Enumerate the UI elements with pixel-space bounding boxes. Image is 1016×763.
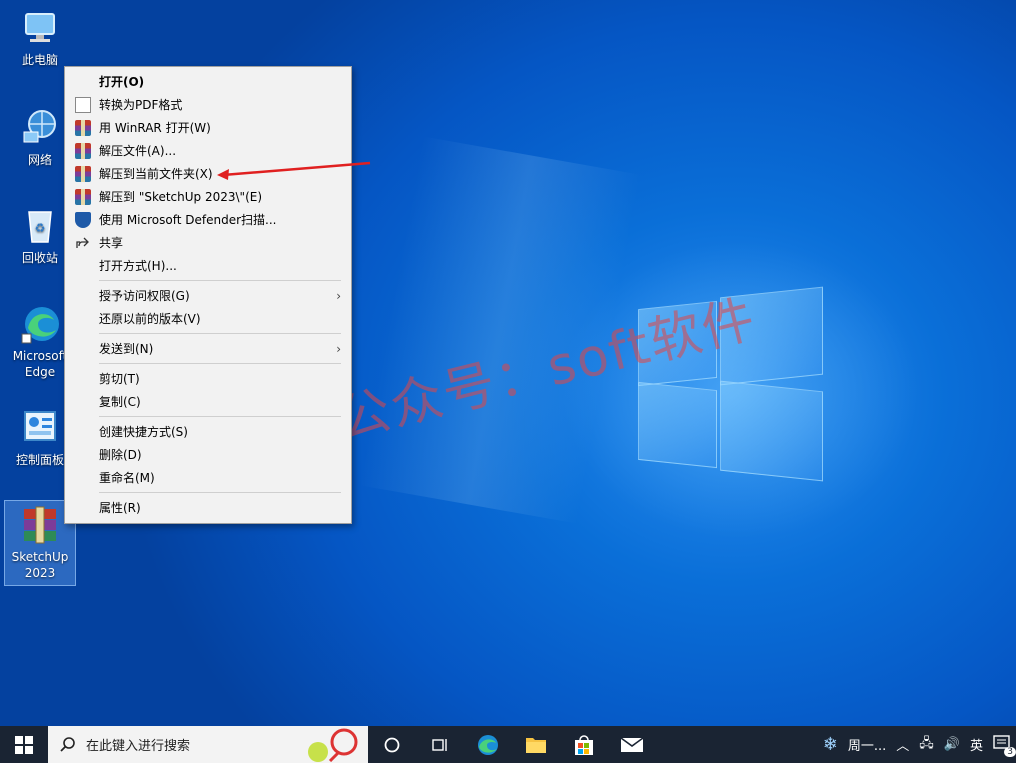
system-tray: ❄ 周一... ︿ 🖧 🔊 英 3 <box>818 726 1016 763</box>
folder-icon <box>526 737 546 753</box>
winrar-icon <box>75 166 91 182</box>
chevron-right-icon: › <box>336 289 341 303</box>
taskbar-mail-button[interactable] <box>608 726 656 763</box>
menu-item-create-shortcut[interactable]: 创建快捷方式(S) <box>65 420 351 443</box>
menu-item-open[interactable]: 打开(O) <box>65 70 351 93</box>
defender-shield-icon <box>75 212 91 228</box>
menu-item-restore-versions[interactable]: 还原以前的版本(V) <box>65 307 351 330</box>
computer-icon <box>20 8 60 48</box>
menu-item-open-with-winrar[interactable]: 用 WinRAR 打开(W) <box>65 116 351 139</box>
network-icon[interactable]: 🖧 <box>914 734 939 756</box>
search-icon <box>60 736 75 752</box>
menu-item-convert-pdf[interactable]: 转换为PDF格式 <box>65 93 351 116</box>
menu-separator <box>99 416 341 417</box>
taskbar: 在此键入进行搜索 ❄ 周一... ︿ 🖧 🔊 英 3 <box>0 726 1016 763</box>
notification-count-badge: 3 <box>1004 746 1016 757</box>
edge-icon <box>478 734 498 755</box>
menu-item-delete[interactable]: 删除(D) <box>65 443 351 466</box>
volume-icon[interactable]: 🔊 <box>939 737 965 752</box>
store-bag-icon <box>575 734 593 755</box>
windows-start-icon <box>15 735 33 754</box>
menu-item-send-to[interactable]: 发送到(N) › <box>65 337 351 360</box>
menu-item-cut[interactable]: 剪切(T) <box>65 367 351 390</box>
winrar-icon <box>75 189 91 205</box>
mail-icon <box>620 736 644 752</box>
winrar-archive-icon <box>20 505 60 545</box>
svg-text:♻: ♻ <box>35 221 46 235</box>
task-view-button[interactable] <box>416 726 464 763</box>
menu-item-properties[interactable]: 属性(R) <box>65 496 351 519</box>
share-icon <box>75 235 91 251</box>
recycle-bin-icon: ♻ <box>20 206 60 246</box>
taskbar-store-button[interactable] <box>560 726 608 763</box>
tennis-racket-icon <box>308 728 358 762</box>
weather-text[interactable]: 周一... <box>843 735 891 754</box>
chevron-up-icon[interactable]: ︿ <box>891 735 914 754</box>
network-globe-icon <box>20 108 60 148</box>
annotation-arrow <box>217 161 371 180</box>
start-button[interactable] <box>0 726 48 763</box>
menu-separator <box>99 363 341 364</box>
menu-separator <box>99 280 341 281</box>
menu-separator <box>99 333 341 334</box>
menu-item-extract-to-folder[interactable]: 解压到 "SketchUp 2023\"(E) <box>65 185 351 208</box>
taskbar-edge-button[interactable] <box>464 726 512 763</box>
notification-button[interactable]: 3 <box>988 734 1016 757</box>
task-view-circle-button[interactable] <box>368 726 416 763</box>
menu-separator <box>99 492 341 493</box>
ime-indicator[interactable]: 英 <box>965 735 988 754</box>
taskbar-search-box[interactable]: 在此键入进行搜索 <box>48 726 368 763</box>
menu-item-give-access[interactable]: 授予访问权限(G) › <box>65 284 351 307</box>
task-view-icon <box>432 738 447 751</box>
edge-icon <box>20 304 60 344</box>
menu-item-open-with[interactable]: 打开方式(H)... <box>65 254 351 277</box>
cortana-circle-icon <box>384 737 400 752</box>
winrar-icon <box>75 143 91 159</box>
menu-item-rename[interactable]: 重命名(M) <box>65 466 351 489</box>
menu-item-share[interactable]: 共享 <box>65 231 351 254</box>
menu-item-defender-scan[interactable]: 使用 Microsoft Defender扫描... <box>65 208 351 231</box>
context-menu: 打开(O) 转换为PDF格式 用 WinRAR 打开(W) 解压文件(A)...… <box>64 66 352 524</box>
taskbar-file-explorer-button[interactable] <box>512 726 560 763</box>
winrar-icon <box>75 120 91 136</box>
document-icon <box>75 97 91 113</box>
weather-snowflake-icon[interactable]: ❄ <box>818 734 843 755</box>
control-panel-icon <box>20 408 60 448</box>
menu-item-copy[interactable]: 复制(C) <box>65 390 351 413</box>
desktop-icon-this-pc[interactable]: 此电脑 <box>4 8 76 68</box>
chevron-right-icon: › <box>336 342 341 356</box>
